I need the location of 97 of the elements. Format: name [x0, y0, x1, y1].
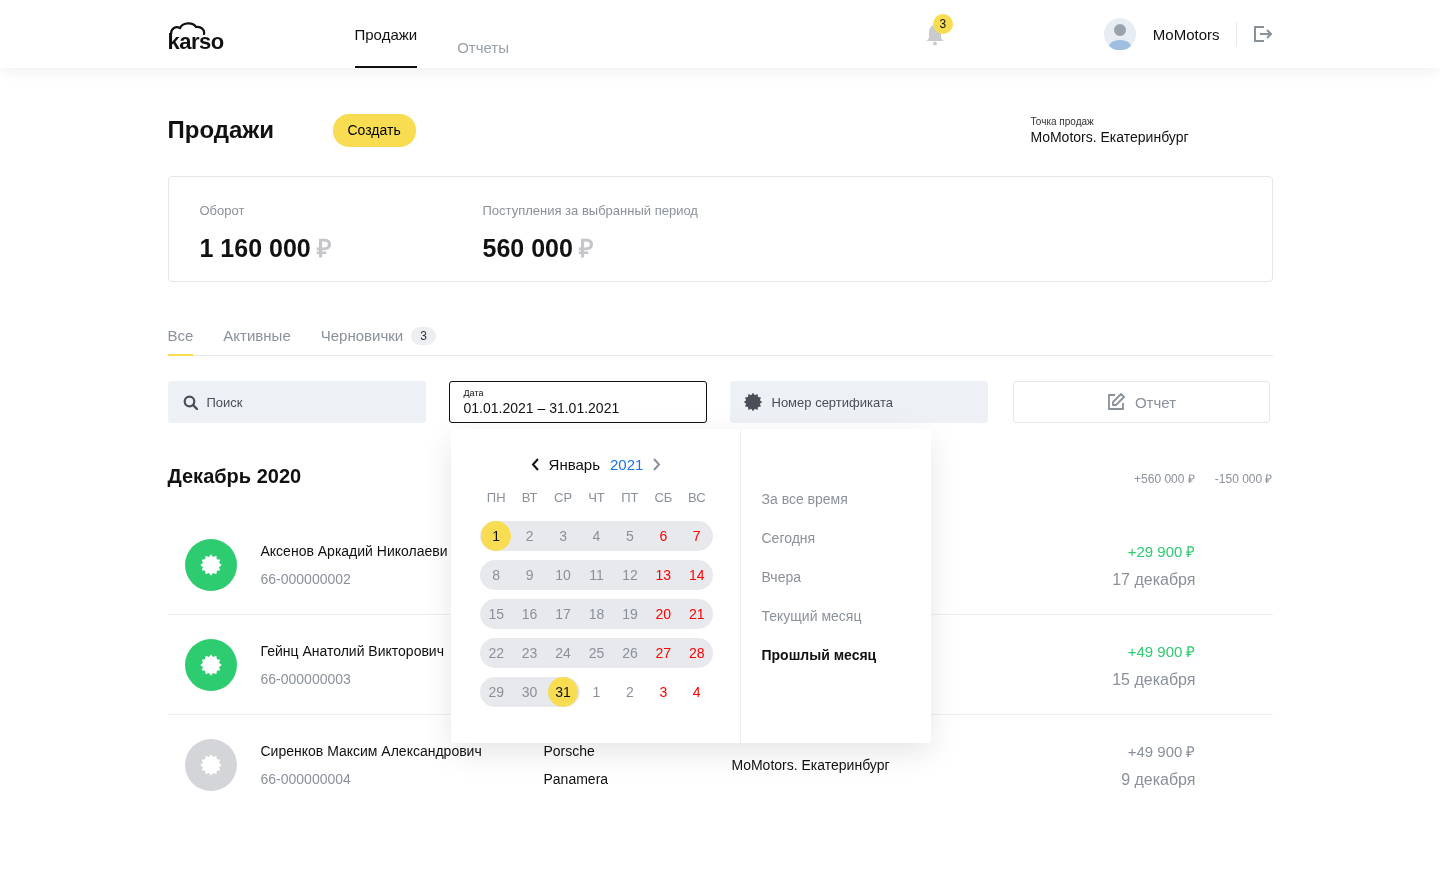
calendar-day[interactable]: 1	[581, 677, 612, 707]
calendar-day[interactable]: 23	[514, 638, 545, 668]
currency-sign: ₽	[316, 234, 332, 262]
calendar-day[interactable]: 26	[614, 638, 645, 668]
filter-tab[interactable]: Черновички 3	[320, 327, 436, 355]
calendar-day[interactable]: 22	[481, 638, 512, 668]
weekday-label: ВТ	[520, 490, 539, 505]
nav-tab[interactable]: Отчеты	[457, 0, 509, 68]
page-title: Продажи	[167, 116, 276, 144]
chevron-right-icon[interactable]	[651, 456, 663, 472]
section-title: Декабрь 2020	[167, 465, 302, 488]
calendar-day[interactable]: 25	[581, 638, 612, 668]
income-total: +560 000 ₽	[1134, 471, 1195, 487]
seal-icon	[742, 392, 763, 412]
calendar-day[interactable]: 24	[548, 638, 579, 668]
client-name: Гейнц Анатолий Викторович	[260, 642, 444, 659]
preset-option[interactable]: За все время	[761, 491, 877, 530]
avatar	[1103, 18, 1136, 50]
certificate-number: 66-000000004	[260, 771, 351, 787]
point-label: Точка продаж	[1030, 115, 1095, 127]
user-name[interactable]: MoMotors	[1152, 25, 1220, 43]
weekday-label: СР	[553, 490, 574, 505]
calendar-day[interactable]: 7	[681, 521, 712, 551]
point-value: MoMotors. Екатеринбург	[1030, 128, 1190, 145]
stat-label: Поступления за выбранный период	[482, 203, 699, 218]
calendar-day[interactable]: 18	[581, 599, 612, 629]
cloud-icon	[167, 21, 208, 35]
date-field[interactable]: Дата 01.01.2021 – 31.01.2021	[448, 381, 707, 423]
calendar-day[interactable]: 16	[514, 599, 545, 629]
weekday-label: ЧТ	[587, 490, 606, 505]
count-badge: 3	[411, 327, 436, 345]
calendar-day[interactable]: 12	[614, 560, 645, 590]
amount: +49 900 ₽	[1127, 742, 1196, 761]
calendar-day[interactable]: 13	[648, 560, 679, 590]
preset-option[interactable]: Сегодня	[761, 530, 877, 569]
calendar-day[interactable]: 21	[681, 599, 712, 629]
month-label: Январь	[548, 455, 600, 473]
calendar-day[interactable]: 3	[548, 521, 579, 551]
calendar-day[interactable]: 27	[648, 638, 679, 668]
search-icon	[182, 395, 198, 410]
calendar-day[interactable]: 2	[514, 521, 545, 551]
calendar-day[interactable]: 15	[481, 599, 512, 629]
weekday-label: СБ	[653, 490, 674, 505]
expense-total: -150 000 ₽	[1214, 471, 1273, 487]
stat-label: Оборот	[199, 203, 246, 218]
preset-option[interactable]: Текущий месяц	[761, 608, 877, 647]
sale-point: MoMotors. Екатеринбург	[731, 757, 890, 773]
calendar-day[interactable]: 14	[681, 560, 712, 590]
calendar-day[interactable]: 1	[481, 521, 512, 551]
create-button[interactable]: Создать	[332, 113, 416, 147]
client-name: Аксенов Аркадий Николаеви	[260, 542, 448, 559]
sale-date: 15 декабря	[1112, 670, 1196, 689]
calendar-day[interactable]: 10	[548, 560, 579, 590]
car-model: Porsche	[543, 743, 595, 759]
certificate-field[interactable]: Номер сертификата	[729, 381, 988, 423]
amount: +29 900 ₽	[1127, 541, 1196, 561]
client-name: Сиренков Максим Александрович	[260, 743, 482, 759]
preset-option[interactable]: Прошлый месяц	[761, 647, 877, 686]
calendar-day[interactable]: 11	[581, 560, 612, 590]
car-model: Panamera	[543, 771, 609, 787]
stat-value: 1 160 000	[199, 234, 311, 262]
calendar-day[interactable]: 2	[614, 677, 645, 707]
weekday-label: ВС	[686, 490, 707, 505]
calendar-day[interactable]: 9	[514, 560, 545, 590]
search-field[interactable]: Поиск	[167, 381, 426, 423]
calendar-day[interactable]: 3	[648, 677, 679, 707]
calendar-day[interactable]: 20	[648, 599, 679, 629]
weekday-label: ПН	[485, 490, 507, 505]
calendar-day[interactable]: 17	[548, 599, 579, 629]
stat-value: 560 000	[482, 234, 573, 262]
calendar-day[interactable]: 31	[548, 677, 579, 707]
calendar-day[interactable]: 4	[681, 677, 712, 707]
chevron-left-icon[interactable]	[529, 456, 541, 472]
calendar-day[interactable]: 4	[581, 521, 612, 551]
filter-tab[interactable]: Активные	[223, 327, 291, 355]
preset-option[interactable]: Вчера	[761, 569, 877, 608]
nav-tab[interactable]: Продажи	[354, 0, 418, 68]
filter-tab[interactable]: Все	[167, 327, 194, 356]
calendar-day[interactable]: 28	[681, 638, 712, 668]
calendar-day[interactable]: 30	[514, 677, 545, 707]
year-label[interactable]: 2021	[610, 455, 644, 473]
certificate-number: 66-000000002	[260, 570, 351, 587]
sale-date: 17 декабря	[1112, 570, 1196, 589]
certificate-number: 66-000000003	[260, 670, 351, 687]
sale-date: 9 декабря	[1121, 771, 1196, 789]
report-button[interactable]: Отчет	[1012, 381, 1270, 423]
weekday-label: ПТ	[620, 490, 640, 505]
currency-sign: ₽	[578, 234, 594, 262]
calendar-day[interactable]: 19	[614, 599, 645, 629]
edit-icon	[1105, 392, 1126, 412]
amount: +49 900 ₽	[1127, 641, 1196, 661]
calendar-day[interactable]: 6	[648, 521, 679, 551]
calendar-day[interactable]: 5	[614, 521, 645, 551]
logo[interactable]: karso	[167, 21, 238, 51]
calendar-day[interactable]: 29	[481, 677, 512, 707]
calendar-day[interactable]: 8	[481, 560, 512, 590]
notification-badge: 3	[932, 14, 953, 34]
